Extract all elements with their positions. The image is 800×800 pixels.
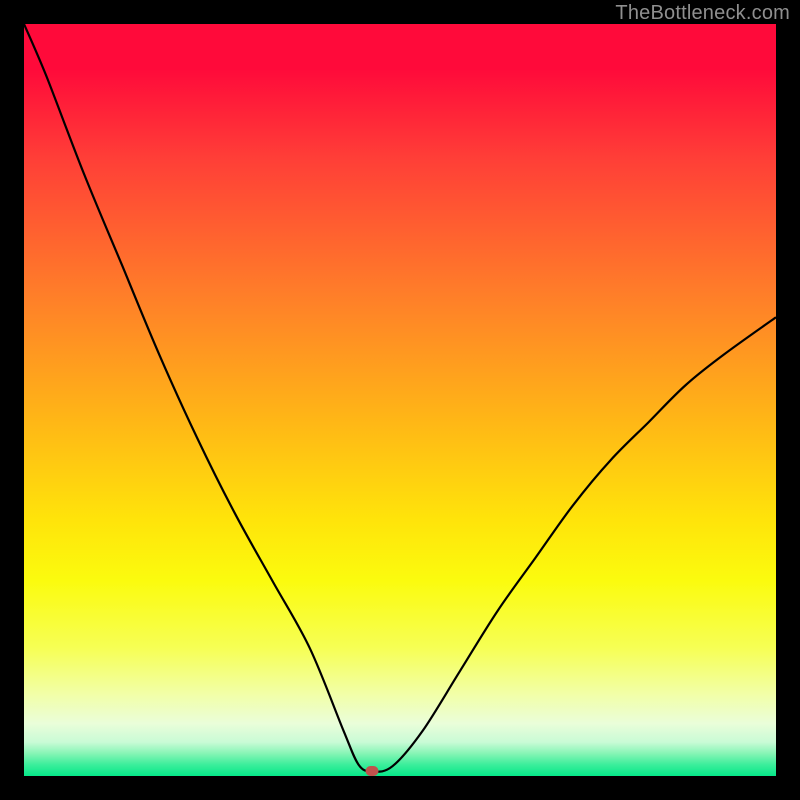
optimal-point-marker [366,766,379,776]
chart-frame: TheBottleneck.com [0,0,800,800]
plot-area [24,24,776,776]
bottleneck-curve [24,24,776,776]
watermark-text: TheBottleneck.com [615,2,790,25]
